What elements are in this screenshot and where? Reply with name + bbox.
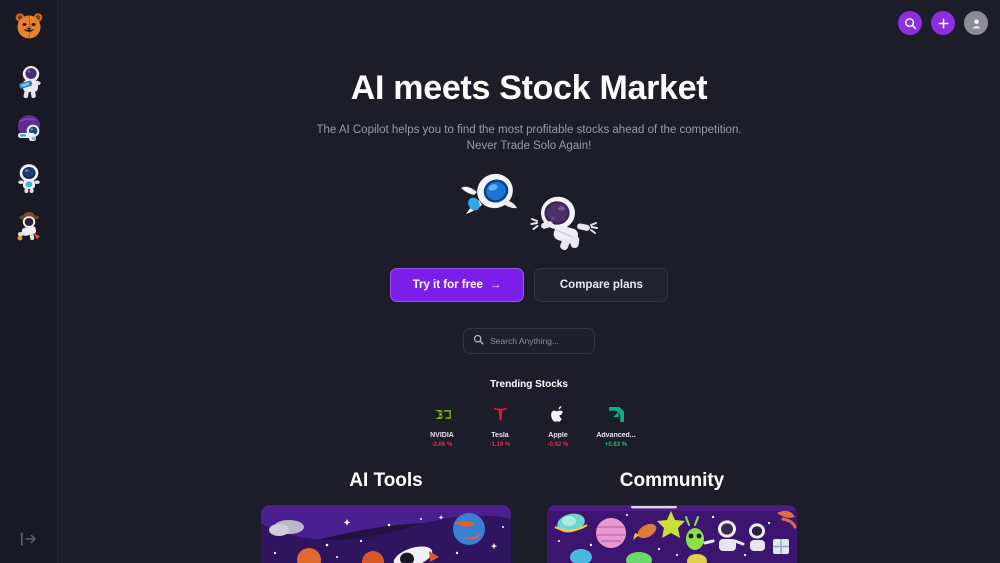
sidebar-item-avatar-astronaut-purple-planet[interactable]: [9, 110, 49, 150]
search-icon: [473, 332, 484, 350]
stock-name: Tesla: [491, 432, 509, 439]
app-root: AI meets Stock Market The AI Copilot hel…: [0, 0, 1000, 563]
plus-icon[interactable]: [931, 11, 955, 35]
stock-item-nvidia[interactable]: NVIDIA -2.66 %: [413, 404, 471, 448]
section-card-ai-tools[interactable]: AI Tools: [261, 470, 511, 563]
expand-sidebar-icon[interactable]: [14, 525, 44, 553]
user-icon[interactable]: [964, 11, 988, 35]
hero-subtitle: The AI Copilot helps you to find the mos…: [294, 122, 764, 154]
arrow-right-icon: →: [489, 279, 502, 291]
apple-logo-icon: [551, 404, 565, 424]
compare-plans-button[interactable]: Compare plans: [534, 268, 669, 302]
community-banner: [547, 505, 797, 563]
search-wrap: [58, 328, 1000, 354]
stock-item-apple[interactable]: Apple -0.62 %: [529, 404, 587, 448]
tesla-logo-icon: [492, 404, 509, 424]
hero-illustration: [58, 170, 1000, 256]
cta-row: Try it for free → Compare plans: [58, 268, 1000, 302]
trending-stocks-list: NVIDIA -2.66 % Tesla -1.10 % Apple -0.62…: [58, 404, 1000, 448]
astronaut-blue-visor-icon: [461, 173, 517, 214]
stock-change: -1.10 %: [489, 442, 511, 448]
search-box[interactable]: [463, 328, 601, 354]
stock-name: Apple: [548, 432, 568, 439]
page-body: AI meets Stock Market The AI Copilot hel…: [58, 0, 1000, 563]
bear-logo[interactable]: [11, 8, 47, 44]
stock-change: +0.63 %: [604, 442, 628, 448]
amd-logo-icon: [608, 404, 625, 424]
sidebar: [0, 0, 58, 563]
section-title: Community: [619, 470, 725, 491]
stock-name: Advanced...: [596, 432, 636, 439]
sidebar-item-avatar-astronaut-robot[interactable]: [9, 158, 49, 198]
search-input[interactable]: [490, 336, 601, 346]
trending-stocks-title: Trending Stocks: [490, 379, 568, 390]
hero-subtitle-line1: The AI Copilot helps you to find the mos…: [316, 124, 742, 136]
stock-change: -0.62 %: [547, 442, 569, 448]
hero-subtitle-line2: Never Trade Solo Again!: [466, 140, 592, 152]
main-content: AI meets Stock Market The AI Copilot hel…: [58, 0, 1000, 563]
section-title: AI Tools: [349, 470, 423, 491]
stock-name: NVIDIA: [430, 432, 454, 439]
stock-item-amd[interactable]: Advanced... +0.63 %: [587, 404, 645, 448]
sections-row: AI Tools Community: [58, 470, 1000, 563]
page-title: AI meets Stock Market: [350, 69, 708, 107]
nvidia-logo-icon: [432, 404, 452, 424]
sidebar-item-avatar-astronaut-blue-board[interactable]: [9, 62, 49, 102]
section-card-community[interactable]: Community: [547, 470, 797, 563]
stock-item-tesla[interactable]: Tesla -1.10 %: [471, 404, 529, 448]
ai-tools-banner: [261, 505, 511, 563]
astronaut-purple-visor-icon: [530, 196, 598, 250]
sidebar-item-avatar-astronaut-cowboy[interactable]: [9, 206, 49, 246]
try-it-for-free-button[interactable]: Try it for free →: [389, 268, 525, 302]
topbar: [898, 0, 1000, 40]
try-it-for-free-label: Try it for free: [412, 279, 483, 291]
compare-plans-label: Compare plans: [559, 279, 643, 291]
stock-change: -2.66 %: [431, 442, 453, 448]
search-icon[interactable]: [898, 11, 922, 35]
